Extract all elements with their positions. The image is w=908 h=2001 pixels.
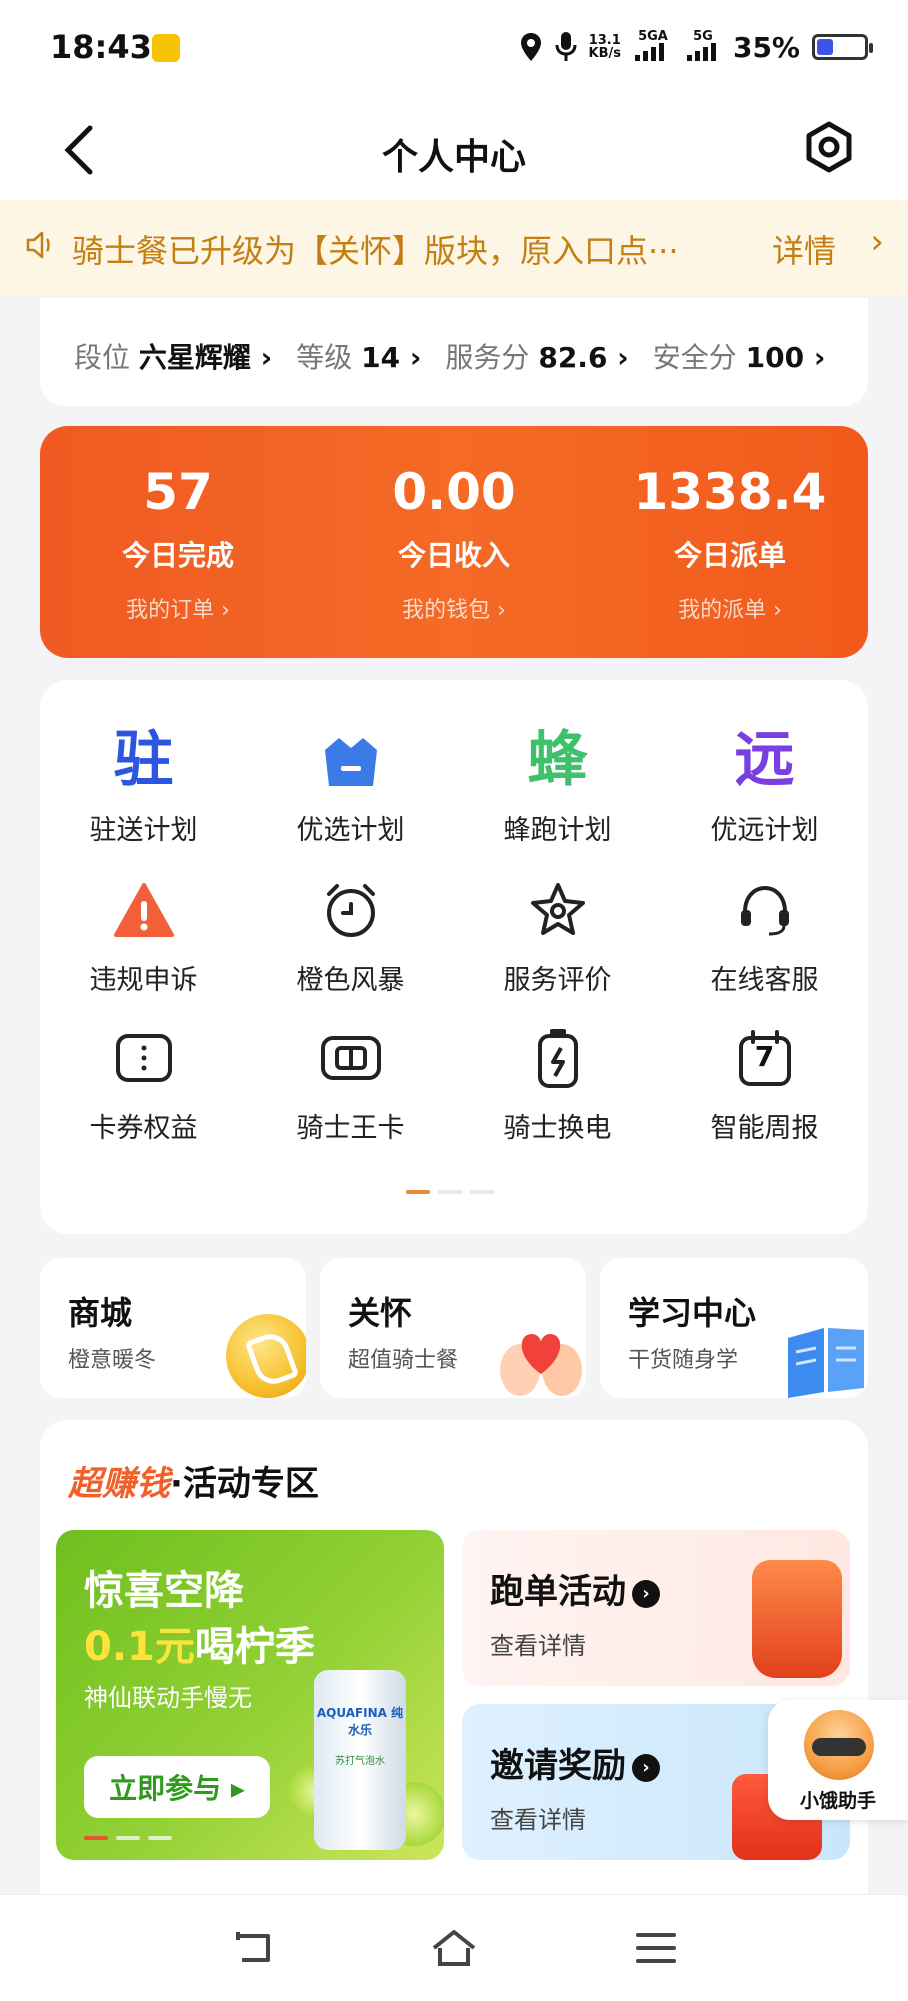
shortcut-learning-center[interactable]: 学习中心 干货随身学 [600,1258,868,1398]
running-activity-card[interactable]: 跑单活动 › 查看详情 [462,1530,850,1686]
today-summary-card: 57 今日完成 我的订单 › 0.00 今日收入 我的钱包 › 1338.4 今… [40,426,868,658]
my-orders-link[interactable]: 我的订单 › [40,592,316,624]
sim2-signal: 5G [685,30,721,64]
headset-icon [729,874,801,946]
drink-cup-image [752,1560,842,1678]
return-icon [236,1932,270,1962]
rank-item[interactable]: 段位 六星辉耀 › [74,336,272,376]
grid-item-far-plan[interactable]: 远 优远计划 [661,724,868,854]
book-icon [788,1328,864,1398]
location-icon [520,33,541,61]
today-income-label: 今日收入 [397,539,510,572]
today-dispatch-label: 今日派单 [673,539,786,572]
join-now-button[interactable]: 立即参与 ▸ [84,1756,270,1818]
crown-icon [315,724,387,796]
home-icon [432,1930,476,1966]
promo-headline: 惊喜空降 [84,1568,244,1614]
stationed-plan-icon: 驻 [113,725,174,795]
battery-icon [812,34,873,60]
assistant-button[interactable]: 小饿助手 [768,1700,908,1820]
grid-item-online-service[interactable]: 在线客服 [661,874,868,1004]
today-completed-label: 今日完成 [121,539,234,572]
top-nav: 个人中心 [0,100,908,200]
my-wallet-link[interactable]: 我的钱包 › [316,592,592,624]
signal-icon [686,43,716,61]
grid-item-violation-appeal[interactable]: 违规申诉 [40,874,247,1004]
notice-details-link[interactable]: 详情 [772,226,836,272]
grid-item-orange-storm[interactable]: 橙色风暴 [247,874,454,1004]
activity-title: 超赚钱·活动专区 [68,1464,319,1504]
grid-item-bee-plan[interactable]: 蜂 蜂跑计划 [454,724,661,854]
grid-item-service-rating[interactable]: 服务评价 [454,874,661,1004]
nav-menu-button[interactable] [626,1923,686,1973]
today-income-value: 0.00 [392,463,516,521]
notice-bar[interactable]: 骑士餐已升级为【关怀】版块，原入口点··· 详情 › [0,200,908,296]
shortcut-mall[interactable]: 商城 橙意暖冬 [40,1258,306,1398]
soda-can-image: AQUAFINA 纯水乐 苏打气泡水 [314,1670,406,1850]
today-completed-value: 57 [143,463,213,521]
sim1-signal: 5GA [633,30,673,64]
alarm-clock-icon [315,874,387,946]
nav-back-button[interactable] [224,1923,284,1973]
feature-grid: 驻 驻送计划 优选计划 蜂 蜂跑计划 远 优远计划 违规申诉 橙色风暴 服务评价 [40,680,868,1234]
promo-offer: 0.1元喝柠季 [84,1624,315,1670]
today-income[interactable]: 0.00 今日收入 我的钱包 › [316,462,592,624]
status-time: 18:43 [50,28,152,66]
today-dispatch-value: 1338.4 [633,463,827,521]
safety-score-item[interactable]: 安全分 100 › [653,336,826,376]
promo-page-indicator [84,1836,172,1840]
menu-icon [636,1933,676,1963]
my-dispatch-link[interactable]: 我的派单 › [592,592,868,624]
service-score-item[interactable]: 服务分 82.6 › [445,336,628,376]
settings-button[interactable] [802,120,856,174]
grid-item-coupons[interactable]: 卡券权益 [40,1022,247,1152]
promo-banner[interactable]: 惊喜空降 0.1元喝柠季 神仙联动手慢无 立即参与 ▸ AQUAFINA 纯水乐… [56,1530,444,1860]
page-title: 个人中心 [381,137,526,178]
arrow-right-icon: › [632,1753,660,1782]
far-plan-icon: 远 [734,725,795,795]
grid-item-weekly-report[interactable]: 7 智能周报 [661,1022,868,1152]
grid-item-battery-swap[interactable]: 骑士换电 [454,1022,661,1152]
system-nav-bar [0,1894,908,2001]
level-item[interactable]: 等级 14 › [296,336,421,376]
activity-section: 超赚钱·活动专区 惊喜空降 0.1元喝柠季 神仙联动手慢无 立即参与 ▸ AQU… [40,1420,868,1920]
notice-text: 骑士餐已升级为【关怀】版块，原入口点··· [72,232,679,270]
gear-icon [806,121,852,173]
signal-icon [634,43,664,61]
chevron-right-icon: › [870,222,884,262]
bee-plan-icon: 蜂 [527,725,588,795]
status-indicators: 13.1 KB/s 5GA 5G 35% [519,30,873,64]
heart-hands-icon [500,1334,582,1396]
grid-item-select-plan[interactable]: 优选计划 [247,724,454,854]
coupon-icon [108,1022,180,1094]
speaker-icon [26,231,50,259]
notification-app-icon [152,34,180,62]
grid-item-stationed-plan[interactable]: 驻 驻送计划 [40,724,247,854]
promo-subtitle: 神仙联动手慢无 [84,1684,252,1712]
microphone-icon [555,32,576,61]
star-icon [522,874,594,946]
grid-item-rider-king-card[interactable]: 骑士王卡 [247,1022,454,1152]
rider-stats: 段位 六星辉耀 › 等级 14 › 服务分 82.6 › 安全分 100 › [40,298,868,406]
calendar-icon: 7 [729,1022,801,1094]
shortcut-care[interactable]: 关怀 超值骑士餐 [320,1258,586,1398]
assistant-label: 小饿助手 [799,1790,876,1812]
grid-page-indicator [406,1190,494,1194]
sim-card-icon [315,1022,387,1094]
arrow-right-icon: › [632,1579,660,1608]
warning-icon [108,874,180,946]
network-speed: 13.1 KB/s [588,33,621,61]
today-dispatch[interactable]: 1338.4 今日派单 我的派单 › [592,462,868,624]
today-completed[interactable]: 57 今日完成 我的订单 › [40,462,316,624]
nav-home-button[interactable] [424,1923,484,1973]
battery-percent: 35% [732,30,800,64]
status-bar: 18:43 13.1 KB/s 5GA 5G 35% [0,0,908,100]
coin-icon [226,1314,306,1398]
battery-swap-icon [522,1022,594,1094]
